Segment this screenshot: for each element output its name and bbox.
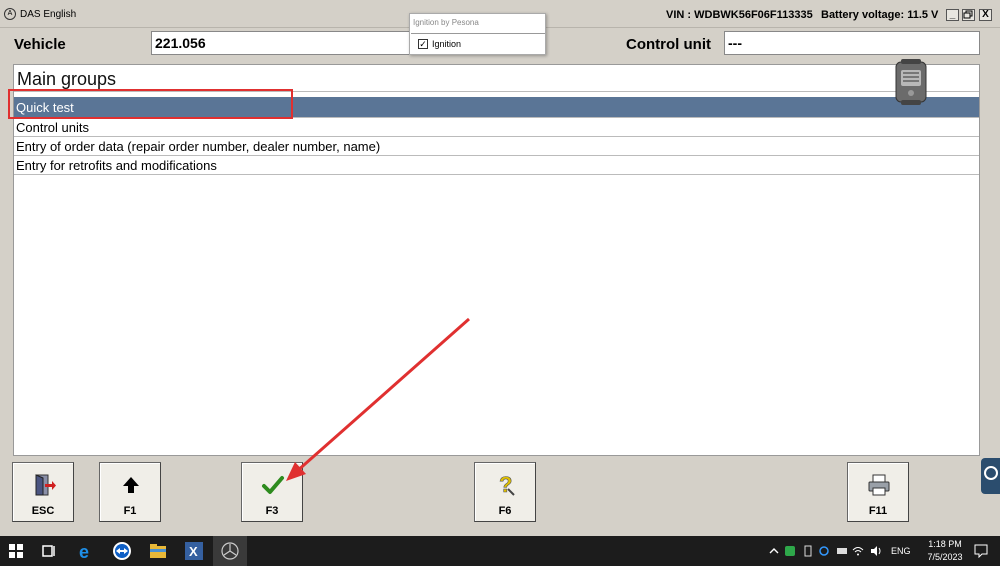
- arrow-up-icon: [123, 477, 139, 493]
- side-panel-tab[interactable]: [981, 458, 1000, 494]
- notification-icon[interactable]: [974, 544, 988, 558]
- main-groups-header: Main groups: [14, 66, 979, 92]
- app-logo-icon: A: [4, 8, 16, 20]
- clock-time[interactable]: 1:18 PM: [920, 539, 970, 549]
- f1-button[interactable]: F1: [99, 462, 161, 522]
- svg-text:?: ?: [499, 473, 512, 497]
- close-button[interactable]: X: [979, 9, 992, 21]
- minimize-button[interactable]: _: [946, 9, 959, 21]
- svg-text:e: e: [79, 542, 89, 561]
- esc-button[interactable]: ESC: [12, 462, 74, 522]
- language-indicator[interactable]: ENG: [891, 546, 911, 556]
- ignition-option[interactable]: ✓ Ignition: [411, 33, 545, 51]
- f6-label: F6: [498, 505, 512, 517]
- ignition-popup: Ignition by Pesona ✓ Ignition: [409, 13, 546, 55]
- f11-label: F11: [868, 505, 888, 517]
- windows-start-icon[interactable]: [6, 541, 26, 561]
- side-tab-icon: [984, 466, 998, 480]
- checkmark-icon: [262, 476, 284, 494]
- wifi-tray-icon[interactable]: [852, 545, 864, 557]
- chevron-up-icon[interactable]: [768, 545, 780, 557]
- mercedes-star-icon[interactable]: [220, 541, 240, 561]
- ignition-checkbox[interactable]: ✓: [418, 39, 428, 49]
- multiplexer-device-icon: [895, 59, 927, 105]
- list-item-retrofits[interactable]: Entry for retrofits and modifications: [14, 156, 979, 175]
- restore-button[interactable]: [962, 9, 975, 21]
- task-view-icon[interactable]: [39, 541, 59, 561]
- f6-button[interactable]: ? F6: [474, 462, 536, 522]
- system-tray: ENG 1:18 PM 7/5/2023: [766, 536, 1000, 566]
- list-item-order-data[interactable]: Entry of order data (repair order number…: [14, 137, 979, 156]
- printer-icon: [868, 474, 890, 496]
- windows-taskbar: e X ENG 1:18 PM 7/5/2023: [0, 536, 1000, 566]
- main-groups-list: Quick test Control units Entry of order …: [14, 97, 979, 175]
- ignition-option-label: Ignition: [432, 39, 462, 49]
- f3-label: F3: [265, 505, 279, 517]
- help-question-icon: ?: [499, 473, 515, 497]
- ignition-popup-title: Ignition by Pesona: [413, 18, 479, 27]
- volume-tray-icon[interactable]: [870, 545, 882, 557]
- window-title: DAS English: [20, 9, 77, 20]
- control-unit-field: ---: [724, 31, 980, 55]
- control-unit-label: Control unit: [626, 36, 711, 53]
- f11-button[interactable]: F11: [847, 462, 909, 522]
- vehicle-field: 221.056: [151, 31, 421, 55]
- battery-tray-icon[interactable]: [802, 545, 814, 557]
- device-tray-icon[interactable]: [836, 545, 848, 557]
- restore-icon: [963, 10, 973, 19]
- list-item-quick-test[interactable]: Quick test: [14, 97, 979, 118]
- teamviewer-icon[interactable]: [112, 541, 132, 561]
- exit-door-icon: [35, 474, 56, 496]
- sync-tray-icon[interactable]: [818, 545, 830, 557]
- vin-readout: VIN : WDBWK56F06F113335: [666, 9, 813, 21]
- green-app-tray-icon[interactable]: [784, 545, 796, 557]
- f1-label: F1: [123, 505, 137, 517]
- clock-date[interactable]: 7/5/2023: [920, 552, 970, 562]
- esc-label: ESC: [31, 505, 55, 517]
- f3-button[interactable]: F3: [241, 462, 303, 522]
- xentry-icon[interactable]: X: [184, 541, 204, 561]
- vehicle-label: Vehicle: [14, 36, 66, 53]
- edge-icon[interactable]: e: [76, 541, 96, 561]
- list-item-control-units[interactable]: Control units: [14, 118, 979, 137]
- main-groups-panel: Main groups Quick test Control units Ent…: [13, 64, 980, 456]
- battery-voltage-readout: Battery voltage: 11.5 V: [821, 9, 939, 21]
- file-explorer-icon[interactable]: [148, 541, 168, 561]
- svg-text:X: X: [189, 544, 198, 559]
